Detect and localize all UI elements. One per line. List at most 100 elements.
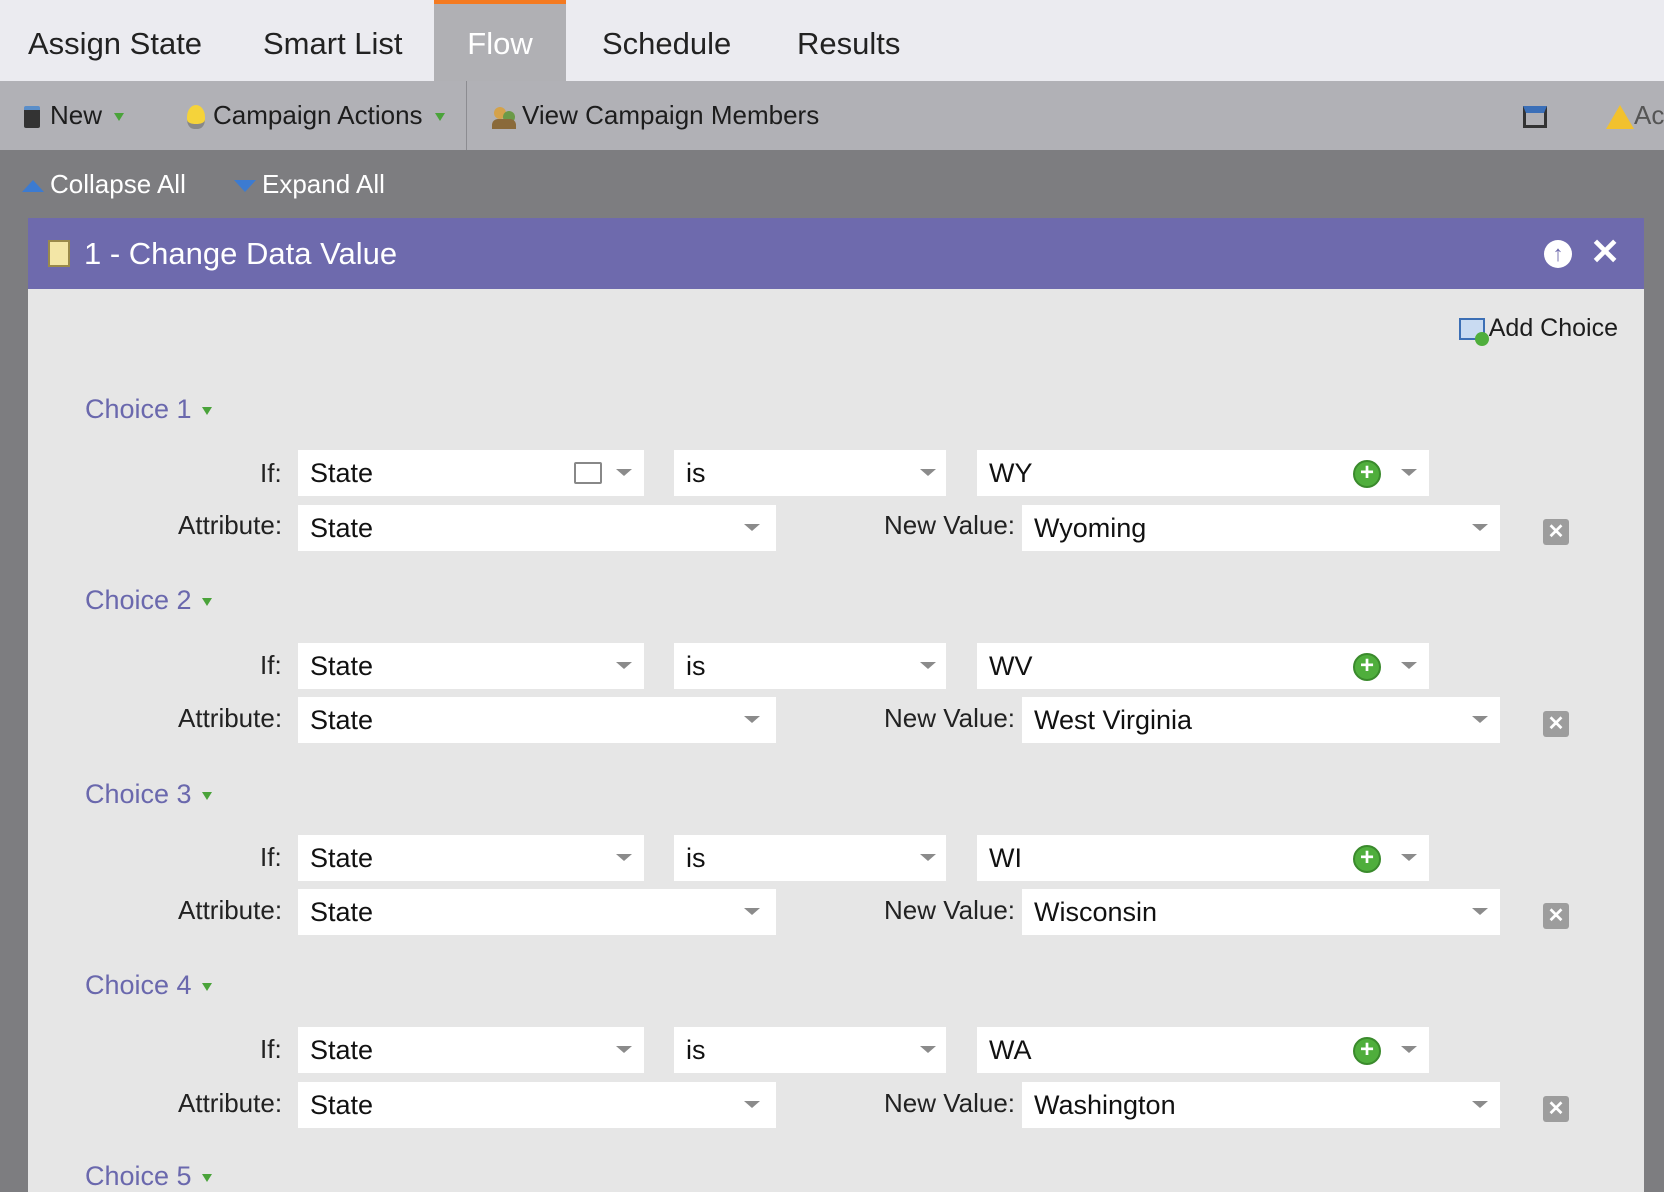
campaign-actions-button[interactable]: Campaign Actions	[187, 81, 445, 150]
new-value-select[interactable]: West Virginia	[1022, 697, 1500, 743]
operator-select[interactable]: is	[674, 450, 946, 496]
dropdown-arrow-icon	[1472, 524, 1488, 531]
if-field-select[interactable]: State	[298, 1027, 644, 1073]
if-label: If:	[260, 1034, 282, 1064]
value-input[interactable]: WV +	[977, 643, 1429, 689]
choice-5-title[interactable]: Choice 5	[85, 1161, 212, 1192]
dropdown-arrow-icon	[744, 716, 760, 723]
add-choice-label: Add Choice	[1488, 314, 1618, 342]
operator-select[interactable]: is	[674, 643, 946, 689]
operator-select[interactable]: is	[674, 835, 946, 881]
dropdown-arrow-icon	[1401, 662, 1417, 669]
add-choice-icon	[1458, 318, 1489, 347]
add-choice-button[interactable]: Add Choice	[1458, 314, 1618, 347]
choice-1-title[interactable]: Choice 1	[85, 394, 212, 425]
dropdown-arrow-icon	[1401, 854, 1417, 861]
tab-smart-list[interactable]: Smart List	[235, 0, 431, 81]
if-label: If:	[260, 650, 282, 680]
new-value-label: New Value:	[884, 703, 1016, 733]
dropdown-arrow-icon	[1472, 908, 1488, 915]
dropdown-arrow-icon	[920, 469, 936, 476]
close-icon[interactable]: ✕	[1590, 232, 1620, 272]
chevron-down-icon	[201, 406, 212, 415]
new-value-label: New Value:	[884, 895, 1016, 925]
warning-icon	[1606, 105, 1634, 130]
field-card-icon[interactable]	[574, 462, 602, 484]
chevron-down-icon	[114, 113, 125, 122]
attribute-label: Attribute:	[178, 703, 283, 733]
attribute-select[interactable]: State	[298, 505, 776, 551]
new-value-select[interactable]: Washington	[1022, 1082, 1500, 1128]
dropdown-arrow-icon	[1401, 469, 1417, 476]
chevron-down-icon	[434, 113, 445, 122]
toolbar: New Campaign Actions View Campaign Membe…	[0, 81, 1664, 150]
add-value-icon[interactable]: +	[1353, 845, 1381, 873]
flow-step-panel: 1 - Change Data Value ↑ ✕ Add Choice Cho…	[28, 218, 1644, 1192]
new-value-select[interactable]: Wyoming	[1022, 505, 1500, 551]
panel-title: 1 - Change Data Value	[84, 236, 398, 271]
delete-choice-icon[interactable]: ✕	[1543, 711, 1569, 737]
collapse-bar: Collapse All Expand All	[0, 150, 1664, 218]
expand-all-label: Expand All	[262, 169, 385, 199]
new-label: New	[50, 100, 103, 130]
attribute-select[interactable]: State	[298, 889, 776, 935]
chevron-down-icon	[201, 597, 212, 606]
attribute-select[interactable]: State	[298, 697, 776, 743]
dropdown-arrow-icon	[616, 662, 632, 669]
delete-choice-icon[interactable]: ✕	[1543, 903, 1569, 929]
tab-flow[interactable]: Flow	[434, 0, 566, 81]
attribute-label: Attribute:	[178, 895, 283, 925]
view-members-label: View Campaign Members	[522, 100, 820, 130]
warning-button[interactable]: Ac	[1606, 81, 1664, 150]
edit-document-icon	[48, 240, 70, 267]
move-up-icon[interactable]: ↑	[1544, 240, 1572, 268]
tab-bar: Assign State Smart List Flow Schedule Re…	[0, 0, 1664, 81]
attribute-label: Attribute:	[178, 1088, 283, 1118]
add-value-icon[interactable]: +	[1353, 460, 1381, 488]
new-value-label: New Value:	[884, 510, 1016, 540]
add-value-icon[interactable]: +	[1353, 1037, 1381, 1065]
value-input[interactable]: WI +	[977, 835, 1429, 881]
if-field-select[interactable]: State	[298, 450, 644, 496]
delete-choice-icon[interactable]: ✕	[1543, 519, 1569, 545]
dropdown-arrow-icon	[744, 1101, 760, 1108]
choice-4-title[interactable]: Choice 4	[85, 970, 212, 1001]
people-icon	[492, 105, 518, 130]
if-field-select[interactable]: State	[298, 643, 644, 689]
campaign-actions-label: Campaign Actions	[213, 100, 423, 130]
truncated-label: Ac	[1634, 100, 1664, 130]
new-value-select[interactable]: Wisconsin	[1022, 889, 1500, 935]
chevron-up-icon	[22, 180, 44, 193]
panel-header: 1 - Change Data Value ↑ ✕	[28, 218, 1644, 289]
if-field-select[interactable]: State	[298, 835, 644, 881]
value-input[interactable]: WY +	[977, 450, 1429, 496]
dropdown-arrow-icon	[744, 524, 760, 531]
window-icon[interactable]	[1523, 81, 1547, 150]
dropdown-arrow-icon	[920, 854, 936, 861]
add-value-icon[interactable]: +	[1353, 653, 1381, 681]
dropdown-arrow-icon	[1472, 716, 1488, 723]
choice-3-title[interactable]: Choice 3	[85, 779, 212, 810]
tab-schedule[interactable]: Schedule	[574, 0, 759, 81]
delete-choice-icon[interactable]: ✕	[1543, 1096, 1569, 1122]
lightbulb-icon	[187, 105, 205, 130]
toolbar-divider	[466, 81, 467, 150]
tab-assign-state[interactable]: Assign State	[0, 0, 230, 81]
value-input[interactable]: WA +	[977, 1027, 1429, 1073]
new-value-label: New Value:	[884, 1088, 1016, 1118]
new-menu-button[interactable]: New	[24, 81, 125, 150]
dropdown-arrow-icon	[920, 662, 936, 669]
attribute-select[interactable]: State	[298, 1082, 776, 1128]
chevron-down-icon	[201, 982, 212, 991]
operator-select[interactable]: is	[674, 1027, 946, 1073]
dropdown-arrow-icon	[616, 1046, 632, 1053]
dropdown-arrow-icon	[1472, 1101, 1488, 1108]
chevron-down-icon	[201, 791, 212, 800]
dropdown-arrow-icon	[744, 908, 760, 915]
tab-results[interactable]: Results	[769, 0, 928, 81]
expand-all-button[interactable]: Expand All	[234, 150, 385, 218]
view-campaign-members-button[interactable]: View Campaign Members	[492, 81, 819, 150]
collapse-all-button[interactable]: Collapse All	[22, 150, 186, 218]
choice-2-title[interactable]: Choice 2	[85, 585, 212, 616]
dropdown-arrow-icon	[1401, 1046, 1417, 1053]
